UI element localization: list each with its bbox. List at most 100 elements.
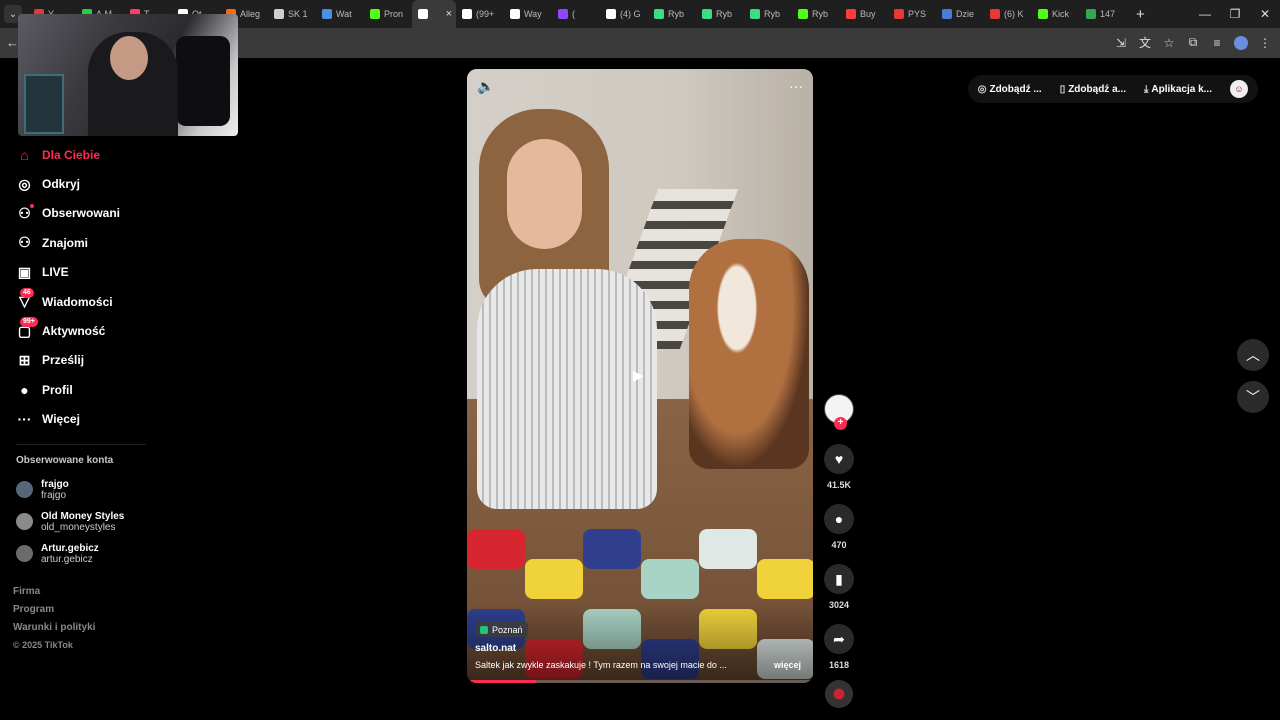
- sidebar-item-profile[interactable]: ● Profil: [0, 375, 230, 404]
- webcam-shelf: [24, 74, 64, 134]
- get-coins-button[interactable]: ◎ Zdobądź ...: [978, 84, 1042, 95]
- account-details: Artur.gebicz artur.gebicz: [41, 543, 99, 565]
- browser-tab[interactable]: (6) K: [984, 0, 1032, 28]
- browser-tab[interactable]: Ryb: [744, 0, 792, 28]
- home-icon: ⌂: [20, 146, 29, 163]
- next-video-button[interactable]: ﹀: [1237, 381, 1269, 413]
- sidebar-item-friends[interactable]: ⚇ Znajomi: [0, 228, 230, 257]
- location-label: Poznań: [492, 624, 523, 635]
- see-more-link[interactable]: więcej: [774, 660, 801, 670]
- volume-icon[interactable]: 🔈: [477, 78, 494, 95]
- browser-tab[interactable]: Wat: [316, 0, 364, 28]
- footer-link-company[interactable]: Firma: [13, 586, 230, 604]
- account-name: Old Money Styles: [41, 510, 125, 522]
- play-icon[interactable]: ▶: [633, 367, 644, 384]
- notification-badge: 99+: [20, 317, 38, 328]
- previous-video-button[interactable]: ︿: [1237, 339, 1269, 371]
- bookmark-icon: ▮: [835, 570, 843, 587]
- minimize-button[interactable]: —: [1190, 0, 1220, 28]
- save-button[interactable]: ▮: [824, 564, 854, 594]
- browser-tab[interactable]: Ryb: [648, 0, 696, 28]
- get-app-button[interactable]: ▯ Zdobądź a...: [1060, 84, 1126, 95]
- tab-label: Kick: [1052, 9, 1070, 19]
- account-handle: old_moneystyles: [41, 521, 116, 533]
- new-content-dot: [30, 203, 34, 208]
- browser-tab[interactable]: Way: [504, 0, 552, 28]
- browser-tab[interactable]: Ryb: [792, 0, 840, 28]
- sidebar-item-upload[interactable]: ⊞ Prześlij: [0, 346, 230, 375]
- sidebar-item-compass[interactable]: ◎ Odkryj: [0, 169, 230, 198]
- video-author[interactable]: salto.nat: [475, 643, 516, 654]
- music-disc-avatar[interactable]: [825, 680, 853, 708]
- account-handle: frajgo: [41, 489, 67, 501]
- video-scene-button: [641, 559, 699, 599]
- creator-avatar[interactable]: +: [824, 394, 854, 430]
- browser-tab[interactable]: ×: [412, 0, 456, 28]
- video-scene-woman-body: [477, 269, 657, 509]
- like-button[interactable]: ♥: [824, 444, 854, 474]
- tab-favicon-icon: [322, 9, 332, 19]
- sidebar-item-live[interactable]: ▣ LIVE: [0, 258, 230, 287]
- browser-tab[interactable]: PYS: [888, 0, 936, 28]
- tab-favicon-icon: [942, 9, 952, 19]
- browser-tab[interactable]: Pron: [364, 0, 412, 28]
- sidebar-item-messages[interactable]: ▽ 46 Wiadomości: [0, 287, 230, 316]
- install-app-icon[interactable]: ⇲: [1114, 36, 1128, 50]
- video-player[interactable]: 🔈 ··· ▶ Poznań salto.nat Saltek jak zwyk…: [467, 69, 813, 683]
- bookmark-star-icon[interactable]: ☆: [1162, 36, 1176, 50]
- account-details: Old Money Styles old_moneystyles: [41, 511, 124, 533]
- sidebar-item-following[interactable]: ⚇ Obserwowani: [0, 199, 230, 228]
- browser-tab[interactable]: Buy: [840, 0, 888, 28]
- close-window-button[interactable]: ✕: [1250, 0, 1280, 28]
- tab-favicon-icon: [558, 9, 568, 19]
- following-account[interactable]: Old Money Styles old_moneystyles: [0, 506, 230, 538]
- translate-icon[interactable]: 文: [1138, 34, 1152, 51]
- user-avatar[interactable]: ☺: [1230, 80, 1248, 98]
- footer-link-program[interactable]: Program: [13, 604, 230, 622]
- tab-label: 147: [1100, 9, 1116, 19]
- sidebar-item-more[interactable]: ··· Więcej: [0, 405, 230, 434]
- coin-icon: ◎: [977, 83, 987, 95]
- phone-icon: ▯: [1059, 83, 1066, 95]
- tab-label: Alleg: [240, 9, 261, 19]
- following-account[interactable]: Artur.gebicz artur.gebicz: [0, 538, 230, 570]
- sidebar-item-activity[interactable]: ▢ 99+ Aktywność: [0, 316, 230, 345]
- sidebar-item-label: Znajomi: [42, 235, 89, 250]
- tab-label: SK 1: [288, 9, 308, 19]
- profile-icon: ●: [20, 381, 29, 398]
- browser-tab[interactable]: 147: [1080, 0, 1128, 28]
- browser-tab[interactable]: SK 1: [268, 0, 316, 28]
- media-control-icon[interactable]: ≡: [1210, 36, 1224, 50]
- browser-tab[interactable]: Dzie: [936, 0, 984, 28]
- tab-favicon-icon: [462, 9, 472, 19]
- desktop-app-button[interactable]: ⤓ Aplikacja k...: [1144, 84, 1212, 95]
- share-button[interactable]: ➦: [824, 624, 854, 654]
- browser-tab[interactable]: (4) G: [600, 0, 648, 28]
- video-progress-bar[interactable]: [467, 680, 813, 683]
- sidebar-item-label: Profil: [42, 382, 73, 397]
- video-bottom-gradient: [467, 603, 813, 683]
- follow-plus-icon[interactable]: +: [834, 417, 847, 430]
- browser-tab[interactable]: Ryb: [696, 0, 744, 28]
- browser-profile-avatar[interactable]: [1234, 35, 1248, 50]
- restore-button[interactable]: ❐: [1220, 0, 1250, 28]
- live-icon: ▣: [17, 263, 32, 280]
- following-account[interactable]: frajgo frajgo: [0, 474, 230, 506]
- video-options-icon[interactable]: ···: [789, 78, 803, 94]
- location-tag[interactable]: Poznań: [475, 622, 528, 637]
- browser-tab[interactable]: (99+: [456, 0, 504, 28]
- tab-close-icon[interactable]: ×: [446, 8, 452, 20]
- comment-button[interactable]: ●: [824, 504, 854, 534]
- sidebar-item-home[interactable]: ⌂ Dla Ciebie: [0, 140, 230, 169]
- like-count: 41.5K: [826, 480, 852, 490]
- extensions-icon[interactable]: ⧉: [1186, 35, 1200, 50]
- browser-menu-icon[interactable]: ⋮: [1258, 36, 1272, 50]
- browser-tab[interactable]: (: [552, 0, 600, 28]
- tab-favicon-icon: [274, 9, 284, 19]
- footer-link-terms[interactable]: Warunki i polityki: [13, 622, 230, 640]
- browser-tab[interactable]: Kick: [1032, 0, 1080, 28]
- account-details: frajgo frajgo: [41, 479, 69, 501]
- video-scene-button: [467, 529, 525, 569]
- new-tab-button[interactable]: +: [1136, 6, 1145, 23]
- chevron-down-icon: ﹀: [1246, 389, 1260, 405]
